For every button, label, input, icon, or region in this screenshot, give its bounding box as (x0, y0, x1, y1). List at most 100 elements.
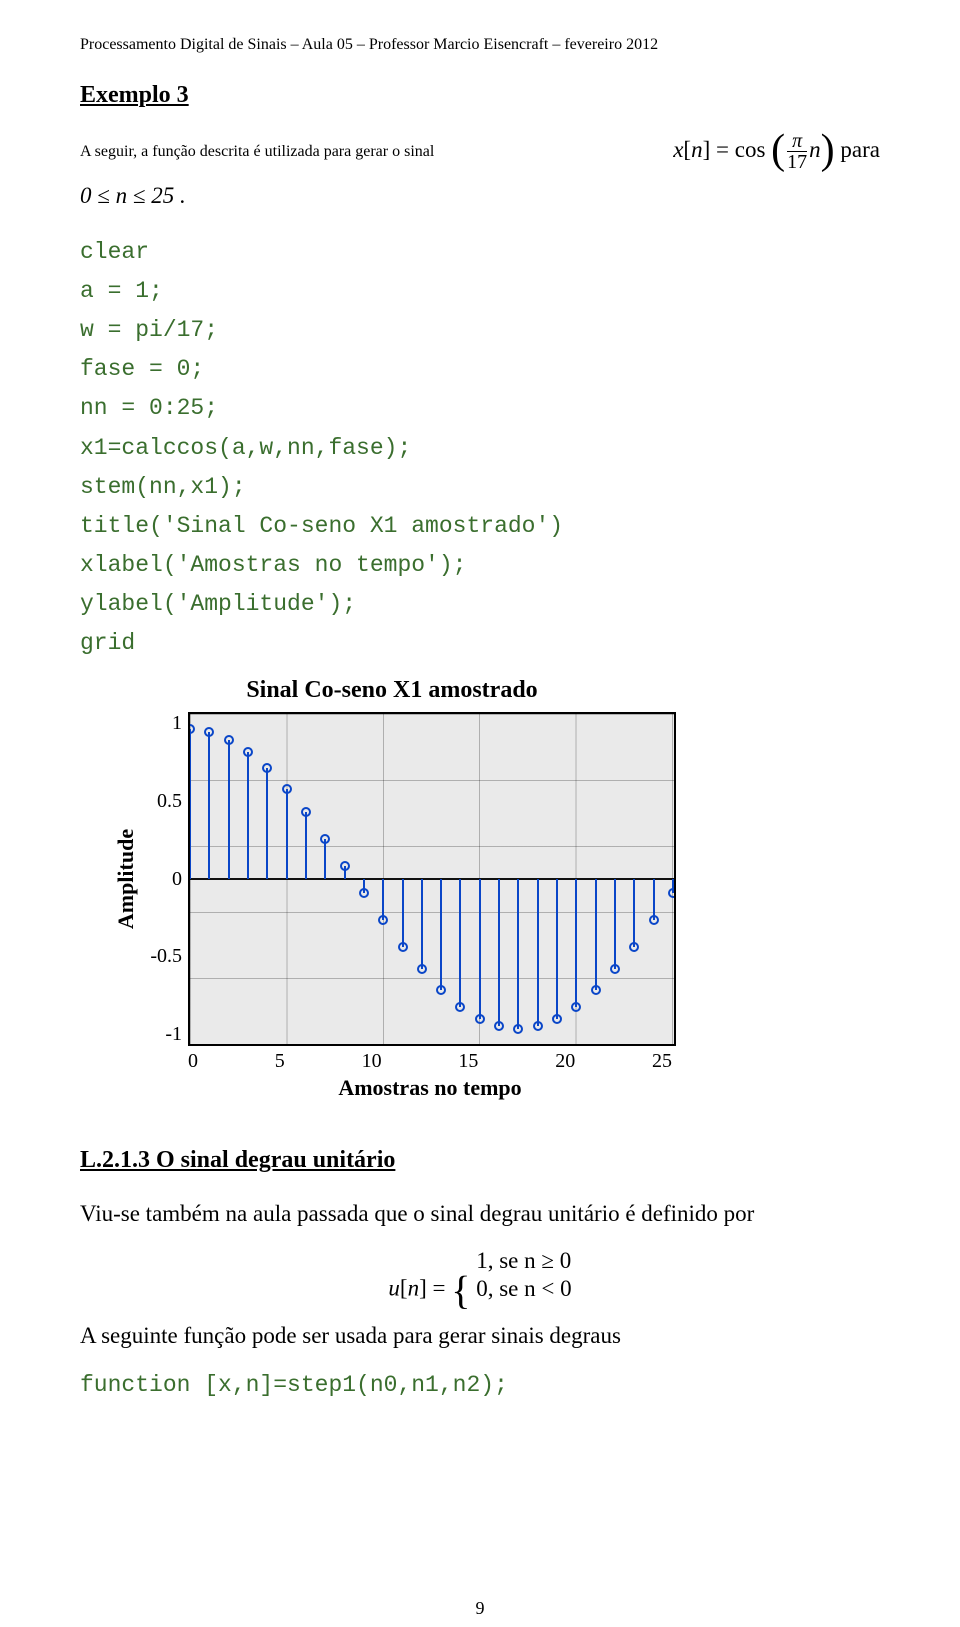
eq-x: x (673, 137, 683, 162)
eq-lbracket: [ (683, 137, 691, 162)
chart-xticks: 0 5 10 15 20 25 (188, 1046, 672, 1073)
intro-range: 0 ≤ n ≤ 25 . (80, 183, 186, 208)
stem-line (305, 812, 307, 880)
stem-marker (591, 985, 601, 995)
stem-line (595, 879, 597, 990)
chart-xlabel-row: Amostras no tempo (112, 1073, 672, 1101)
intro-text: A seguir, a função descrita é utilizada … (80, 143, 661, 161)
xtick: 20 (555, 1050, 575, 1073)
stem-line (208, 732, 210, 879)
stem-line (653, 879, 655, 920)
stem-line (556, 879, 558, 1019)
code-line: title('Sinal Co-seno X1 amostrado') (80, 507, 880, 546)
code-line: clear (80, 233, 880, 272)
chart-baseline (190, 878, 674, 880)
step-intro-para: Viu-se também na aula passada que o sina… (80, 1194, 880, 1233)
document-page: Processamento Digital de Sinais – Aula 0… (0, 0, 960, 1627)
page-number: 9 (476, 1598, 485, 1619)
stem-line (633, 879, 635, 947)
intro-line-2: 0 ≤ n ≤ 25 . (80, 176, 880, 215)
stem-marker (340, 861, 350, 871)
eq-cos: cos (735, 137, 766, 162)
code-line: nn = 0:25; (80, 389, 880, 428)
stem-line (459, 879, 461, 1007)
ytick: 0 (140, 868, 182, 891)
stem-marker (320, 834, 330, 844)
stem-line (517, 879, 519, 1029)
stem-marker (552, 1014, 562, 1024)
code-line: ylabel('Amplitude'); (80, 585, 880, 624)
xlabel-spacer (112, 1073, 188, 1101)
stem-marker (417, 964, 427, 974)
stem-line (479, 879, 481, 1019)
code-block: clear a = 1; w = pi/17; fase = 0; nn = 0… (80, 233, 880, 663)
stem-line (382, 879, 384, 920)
xtick: 5 (275, 1050, 285, 1073)
running-header: Processamento Digital de Sinais – Aula 0… (80, 36, 880, 54)
stem-marker (649, 915, 659, 925)
ytick: -0.5 (140, 945, 182, 968)
stem-marker (668, 888, 676, 898)
stem-line (266, 768, 268, 879)
stem-line (189, 729, 191, 879)
stem-line (440, 879, 442, 990)
stem-line (421, 879, 423, 969)
code-line: xlabel('Amostras no tempo'); (80, 546, 880, 585)
chart-title: Sinal Co-seno X1 amostrado (112, 677, 672, 704)
step-para2: A seguinte função pode ser usada para ge… (80, 1316, 880, 1355)
intro-text-run: A seguir, a função descrita é utilizada … (80, 143, 434, 160)
intro-line-1: A seguir, a função descrita é utilizada … (80, 131, 880, 172)
step-eq-case1: 1, se n ≥ 0 (476, 1248, 571, 1273)
stem-line (537, 879, 539, 1026)
eq-rparen: ) (821, 127, 835, 173)
eq-para-word: para (840, 137, 880, 162)
step-eq-case2: 0, se n < 0 (476, 1276, 571, 1301)
stem-line (614, 879, 616, 969)
eq-equals: = (716, 137, 729, 162)
ytick: 1 (140, 712, 182, 735)
ytick: -1 (140, 1023, 182, 1046)
code-line: w = pi/17; (80, 311, 880, 350)
eq-rbracket: ] (703, 137, 711, 162)
brace-icon: { (451, 1268, 470, 1313)
xtick-spacer (112, 1046, 188, 1073)
stem-marker (359, 888, 369, 898)
chart-axes-row: Amplitude 1 0.5 0 -0.5 -1 (112, 712, 672, 1046)
eq-fraction: π17 (785, 131, 809, 172)
chart: Sinal Co-seno X1 amostrado Amplitude 1 0… (112, 677, 672, 1101)
stem-marker (475, 1014, 485, 1024)
chart-ylabel-wrap: Amplitude (112, 712, 140, 1046)
chart-xticks-row: 0 5 10 15 20 25 (112, 1046, 672, 1073)
ytick: 0.5 (140, 790, 182, 813)
eq-frac-den: 17 (787, 151, 807, 172)
stem-line (498, 879, 500, 1026)
stem-line (247, 752, 249, 880)
step-eq-n: n (408, 1276, 420, 1301)
eq-frac-num: π (787, 131, 807, 151)
code-line: grid (80, 624, 880, 663)
code-line: fase = 0; (80, 350, 880, 389)
eq-n: n (691, 137, 703, 162)
code-line: stem(nn,x1); (80, 468, 880, 507)
step-eq-cases: 1, se n ≥ 0 0, se n < 0 (476, 1247, 571, 1302)
chart-ylabel: Amplitude (113, 829, 139, 929)
stem-marker (282, 784, 292, 794)
chart-plot-cell (188, 712, 672, 1046)
section-heading: L.2.1.3 O sinal degrau unitário (80, 1147, 880, 1174)
chart-yticks: 1 0.5 0 -0.5 -1 (140, 712, 188, 1046)
stem-line (575, 879, 577, 1007)
eq-trailing-n: n (809, 137, 821, 162)
stem-line (324, 839, 326, 880)
xtick: 0 (188, 1050, 198, 1073)
code-line: x1=calccos(a,w,nn,fase); (80, 429, 880, 468)
stem-line (402, 879, 404, 947)
eq-lparen: ( (771, 127, 785, 173)
stem-marker (571, 1002, 581, 1012)
xtick: 10 (362, 1050, 382, 1073)
step-code-line: function [x,n]=step1(n0,n1,n2); (80, 1366, 880, 1405)
step-eq-u: u (388, 1276, 400, 1301)
chart-plot-area (188, 712, 676, 1046)
stem-line (286, 789, 288, 879)
intro-equation: x[n] = cos (π17n) para (661, 131, 880, 172)
stem-marker (301, 807, 311, 817)
